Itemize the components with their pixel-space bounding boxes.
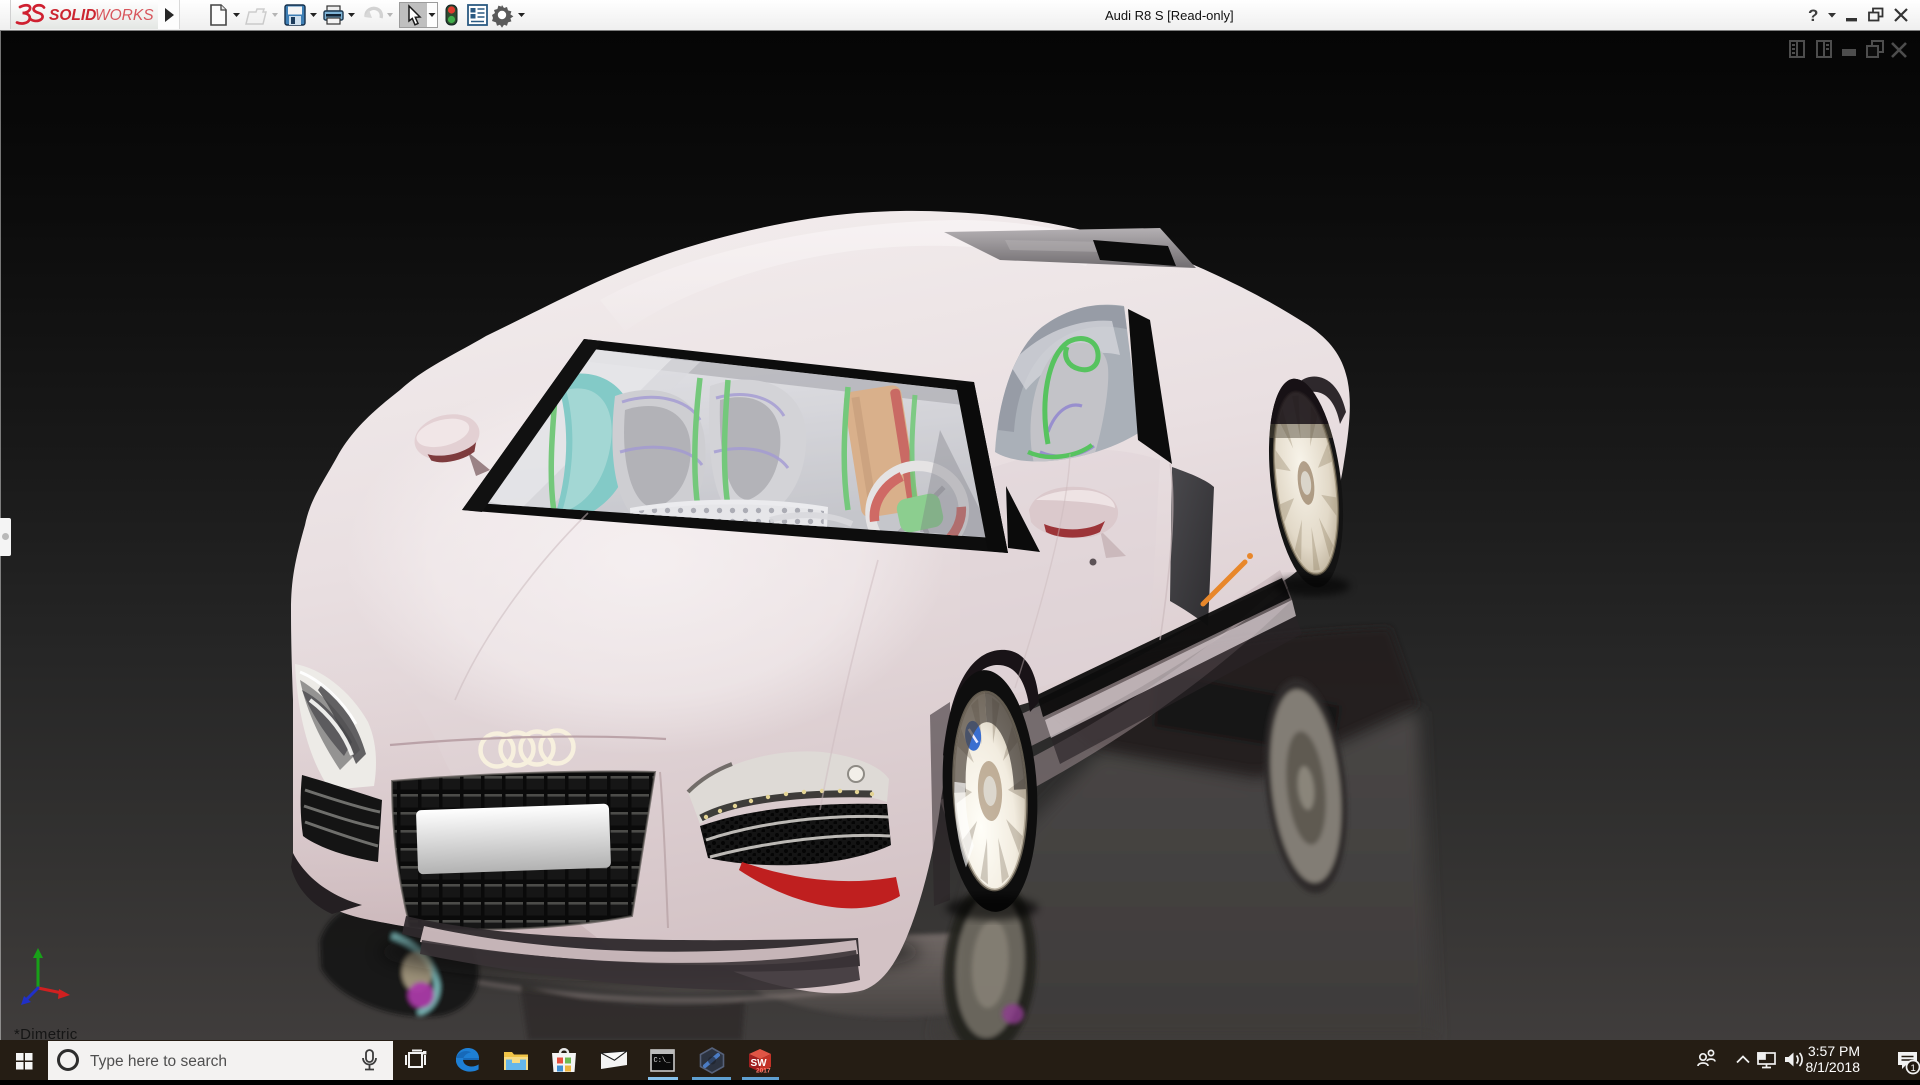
- svg-text:?: ?: [1808, 6, 1818, 25]
- svg-text:2017: 2017: [756, 1068, 771, 1075]
- svg-text:Type here to search: Type here to search: [90, 1053, 227, 1070]
- svg-text:C:\_: C:\_: [654, 1057, 672, 1065]
- svg-text:1: 1: [1911, 1063, 1916, 1074]
